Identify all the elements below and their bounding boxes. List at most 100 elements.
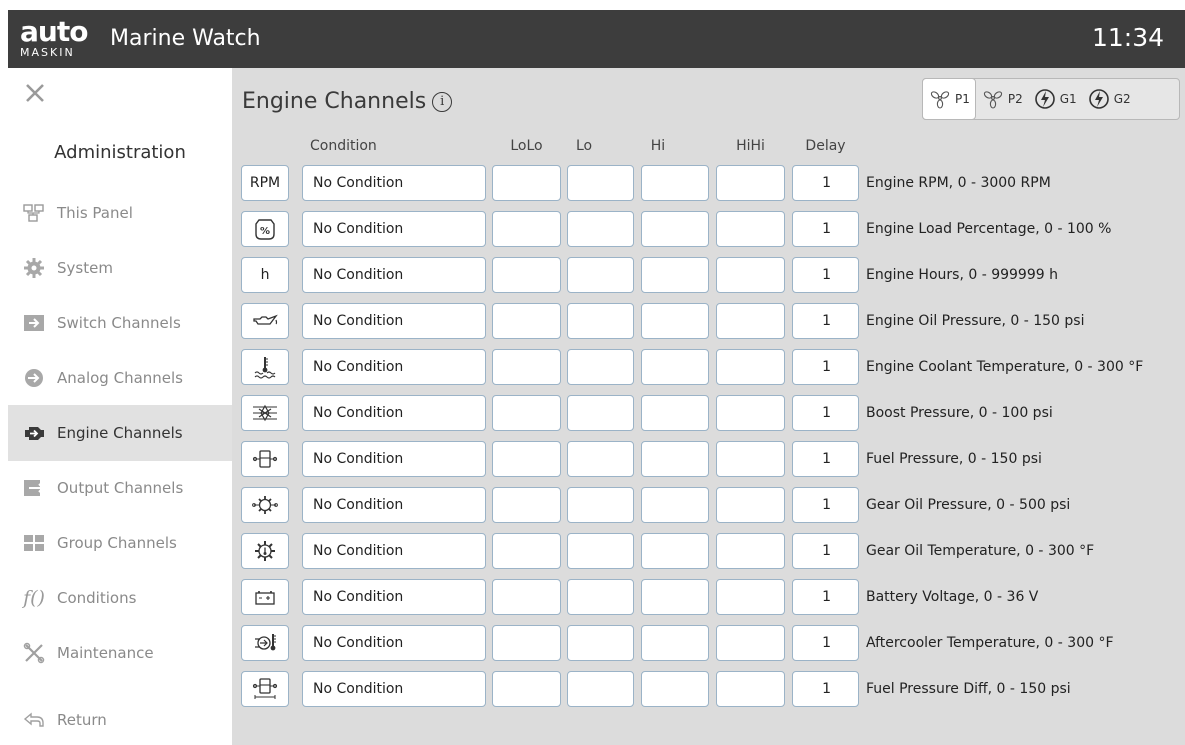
- hihi-field[interactable]: [716, 211, 785, 247]
- condition-select[interactable]: No Condition: [302, 303, 486, 339]
- condition-select[interactable]: No Condition: [302, 165, 486, 201]
- hihi-field[interactable]: [716, 165, 785, 201]
- lolo-field[interactable]: [492, 671, 561, 707]
- delay-field[interactable]: 1: [792, 395, 859, 431]
- condition-select[interactable]: No Condition: [302, 441, 486, 477]
- lolo-field[interactable]: [492, 441, 561, 477]
- info-icon[interactable]: i: [432, 92, 453, 112]
- lo-field[interactable]: [567, 487, 634, 523]
- delay-field[interactable]: 1: [792, 211, 859, 247]
- delay-field[interactable]: 1: [792, 671, 859, 707]
- hihi-field[interactable]: [716, 533, 785, 569]
- hi-field[interactable]: [641, 257, 709, 293]
- load-percent-icon[interactable]: %: [241, 211, 289, 247]
- lo-field[interactable]: [567, 579, 634, 615]
- lo-field[interactable]: [567, 303, 634, 339]
- lo-field[interactable]: [567, 165, 634, 201]
- oil-can-icon[interactable]: [241, 303, 289, 339]
- lolo-field[interactable]: [492, 487, 561, 523]
- lolo-field[interactable]: [492, 303, 561, 339]
- delay-field[interactable]: 1: [792, 625, 859, 661]
- sidebar-item-return[interactable]: Return: [8, 692, 232, 745]
- hi-field[interactable]: [641, 211, 709, 247]
- hours-icon[interactable]: h: [241, 257, 289, 293]
- lo-field[interactable]: [567, 625, 634, 661]
- hihi-field[interactable]: [716, 625, 785, 661]
- hihi-field[interactable]: [716, 303, 785, 339]
- delay-field[interactable]: 1: [792, 579, 859, 615]
- sidebar-item-analog-channels[interactable]: Analog Channels: [8, 350, 232, 406]
- gear-oil-temp-icon[interactable]: [241, 533, 289, 569]
- lo-field[interactable]: [567, 671, 634, 707]
- hi-field[interactable]: [641, 165, 709, 201]
- battery-icon[interactable]: [241, 579, 289, 615]
- lo-field[interactable]: [567, 533, 634, 569]
- lo-field[interactable]: [567, 257, 634, 293]
- lolo-field[interactable]: [492, 625, 561, 661]
- hi-field[interactable]: [641, 303, 709, 339]
- hi-field[interactable]: [641, 395, 709, 431]
- lolo-field[interactable]: [492, 349, 561, 385]
- delay-field[interactable]: 1: [792, 303, 859, 339]
- tab-p2[interactable]: P2: [976, 79, 1028, 119]
- sidebar-item-output-channels[interactable]: Output Channels: [8, 460, 232, 516]
- lo-field[interactable]: [567, 395, 634, 431]
- lolo-field[interactable]: [492, 165, 561, 201]
- delay-field[interactable]: 1: [792, 533, 859, 569]
- lolo-field[interactable]: [492, 257, 561, 293]
- condition-select[interactable]: No Condition: [302, 349, 486, 385]
- hi-field[interactable]: [641, 579, 709, 615]
- delay-field[interactable]: 1: [792, 257, 859, 293]
- close-icon[interactable]: [24, 82, 48, 106]
- hi-field[interactable]: [641, 625, 709, 661]
- lo-field[interactable]: [567, 211, 634, 247]
- hi-field[interactable]: [641, 441, 709, 477]
- sidebar-item-engine-channels[interactable]: Engine Channels: [8, 405, 232, 461]
- hi-field[interactable]: [641, 487, 709, 523]
- hi-field[interactable]: [641, 533, 709, 569]
- lolo-field[interactable]: [492, 533, 561, 569]
- lolo-field[interactable]: [492, 579, 561, 615]
- lo-field[interactable]: [567, 441, 634, 477]
- sidebar-item-group-channels[interactable]: Group Channels: [8, 515, 232, 571]
- condition-select[interactable]: No Condition: [302, 533, 486, 569]
- condition-select[interactable]: No Condition: [302, 671, 486, 707]
- lo-field[interactable]: [567, 349, 634, 385]
- condition-select[interactable]: No Condition: [302, 257, 486, 293]
- sidebar-item-conditions[interactable]: f() Conditions: [8, 570, 232, 626]
- tab-g2[interactable]: G2: [1082, 79, 1136, 119]
- coolant-temp-icon[interactable]: [241, 349, 289, 385]
- condition-select[interactable]: No Condition: [302, 395, 486, 431]
- hihi-field[interactable]: [716, 441, 785, 477]
- hi-field[interactable]: [641, 671, 709, 707]
- fuel-diff-icon[interactable]: [241, 671, 289, 707]
- hihi-field[interactable]: [716, 487, 785, 523]
- hi-field[interactable]: [641, 349, 709, 385]
- fuel-icon[interactable]: [241, 441, 289, 477]
- sidebar-item-maintenance[interactable]: Maintenance: [8, 625, 232, 681]
- hihi-field[interactable]: [716, 579, 785, 615]
- turbo-icon[interactable]: [241, 395, 289, 431]
- condition-select[interactable]: No Condition: [302, 579, 486, 615]
- tab-g1[interactable]: G1: [1028, 79, 1082, 119]
- condition-select[interactable]: No Condition: [302, 625, 486, 661]
- delay-field[interactable]: 1: [792, 349, 859, 385]
- lolo-field[interactable]: [492, 395, 561, 431]
- tab-p1[interactable]: P1: [922, 78, 976, 120]
- delay-field[interactable]: 1: [792, 165, 859, 201]
- delay-field[interactable]: 1: [792, 441, 859, 477]
- lolo-field[interactable]: [492, 211, 561, 247]
- condition-select[interactable]: No Condition: [302, 211, 486, 247]
- hihi-field[interactable]: [716, 349, 785, 385]
- hihi-field[interactable]: [716, 257, 785, 293]
- hihi-field[interactable]: [716, 395, 785, 431]
- hihi-field[interactable]: [716, 671, 785, 707]
- gear-oil-pressure-icon[interactable]: [241, 487, 289, 523]
- aftercooler-icon[interactable]: [241, 625, 289, 661]
- delay-field[interactable]: 1: [792, 487, 859, 523]
- sidebar-item-this-panel[interactable]: This Panel: [8, 185, 232, 241]
- sidebar-item-system[interactable]: System: [8, 240, 232, 296]
- condition-select[interactable]: No Condition: [302, 487, 486, 523]
- rpm-icon[interactable]: RPM: [241, 165, 289, 201]
- sidebar-item-switch-channels[interactable]: Switch Channels: [8, 295, 232, 351]
